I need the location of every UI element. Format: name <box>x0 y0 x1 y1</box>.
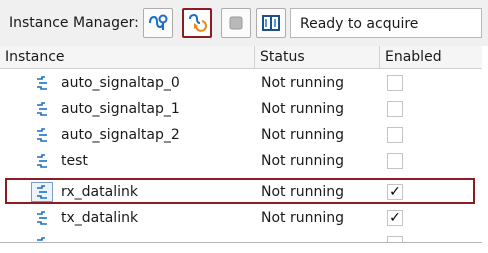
signaltap-instance-icon <box>35 153 51 169</box>
run-analysis-icon <box>189 13 207 32</box>
acquisition-status-field: Ready to acquire <box>290 8 482 38</box>
read-data-icon <box>262 15 280 31</box>
column-header-enabled[interactable]: Enabled <box>380 46 482 68</box>
instance-manager-window: Instance Manager: Ready to acquire Insta… <box>0 0 488 253</box>
instance-status: Not running <box>261 153 345 169</box>
instance-table-header: Instance Status Enabled <box>0 46 482 69</box>
instance-row-partial[interactable] <box>0 231 482 242</box>
signaltap-instance-icon <box>35 75 51 91</box>
column-header-status[interactable]: Status <box>255 46 380 68</box>
run-analysis-button[interactable] <box>182 8 212 38</box>
instance-name: rx_datalink <box>61 184 138 200</box>
instance-status: Not running <box>261 127 345 143</box>
acquisition-status-text: Ready to acquire <box>300 16 419 32</box>
instance-name: tx_datalink <box>61 210 139 226</box>
enabled-checkbox[interactable] <box>387 127 403 143</box>
instance-status: Not running <box>261 101 345 117</box>
instance-name: auto_signaltap_2 <box>61 127 180 143</box>
instance-status: Not running <box>261 210 345 226</box>
enabled-checkbox[interactable] <box>387 153 403 169</box>
instance-row[interactable]: tx_datalink Not running ✓ <box>0 205 482 231</box>
signaltap-instance-icon <box>35 127 51 143</box>
instance-name: auto_signaltap_0 <box>61 75 180 91</box>
instance-row[interactable]: auto_signaltap_0 Not running <box>0 70 482 96</box>
instance-status: Not running <box>261 184 345 200</box>
column-header-instance[interactable]: Instance <box>0 46 255 68</box>
instance-row[interactable]: auto_signaltap_1 Not running <box>0 96 482 122</box>
read-data-button[interactable] <box>256 8 286 38</box>
enabled-checkbox[interactable]: ✓ <box>387 184 403 200</box>
instance-row[interactable]: auto_signaltap_2 Not running <box>0 122 482 148</box>
enabled-checkbox[interactable] <box>387 75 403 91</box>
instance-manager-toolbar: Instance Manager: Ready to acquire <box>0 0 488 46</box>
signaltap-instance-icon <box>35 184 51 200</box>
autorun-analysis-button[interactable] <box>143 8 173 38</box>
instance-manager-label: Instance Manager: <box>9 15 139 31</box>
instance-row[interactable]: test Not running <box>0 148 482 174</box>
instance-row-selected[interactable]: rx_datalink Not running ✓ <box>0 179 482 205</box>
stop-analysis-icon <box>229 16 243 30</box>
panel-bottom-border <box>0 242 482 243</box>
enabled-checkbox[interactable]: ✓ <box>387 210 403 226</box>
instance-status: Not running <box>261 75 345 91</box>
signaltap-instance-icon <box>35 101 51 117</box>
autorun-analysis-icon <box>149 14 168 30</box>
instance-name: test <box>61 153 88 169</box>
instance-name: auto_signaltap_1 <box>61 101 180 117</box>
stop-analysis-button[interactable] <box>221 8 251 38</box>
enabled-checkbox[interactable] <box>387 101 403 117</box>
instance-table: Instance Status Enabled auto_signaltap_0… <box>0 46 482 242</box>
signaltap-instance-icon <box>35 210 51 226</box>
